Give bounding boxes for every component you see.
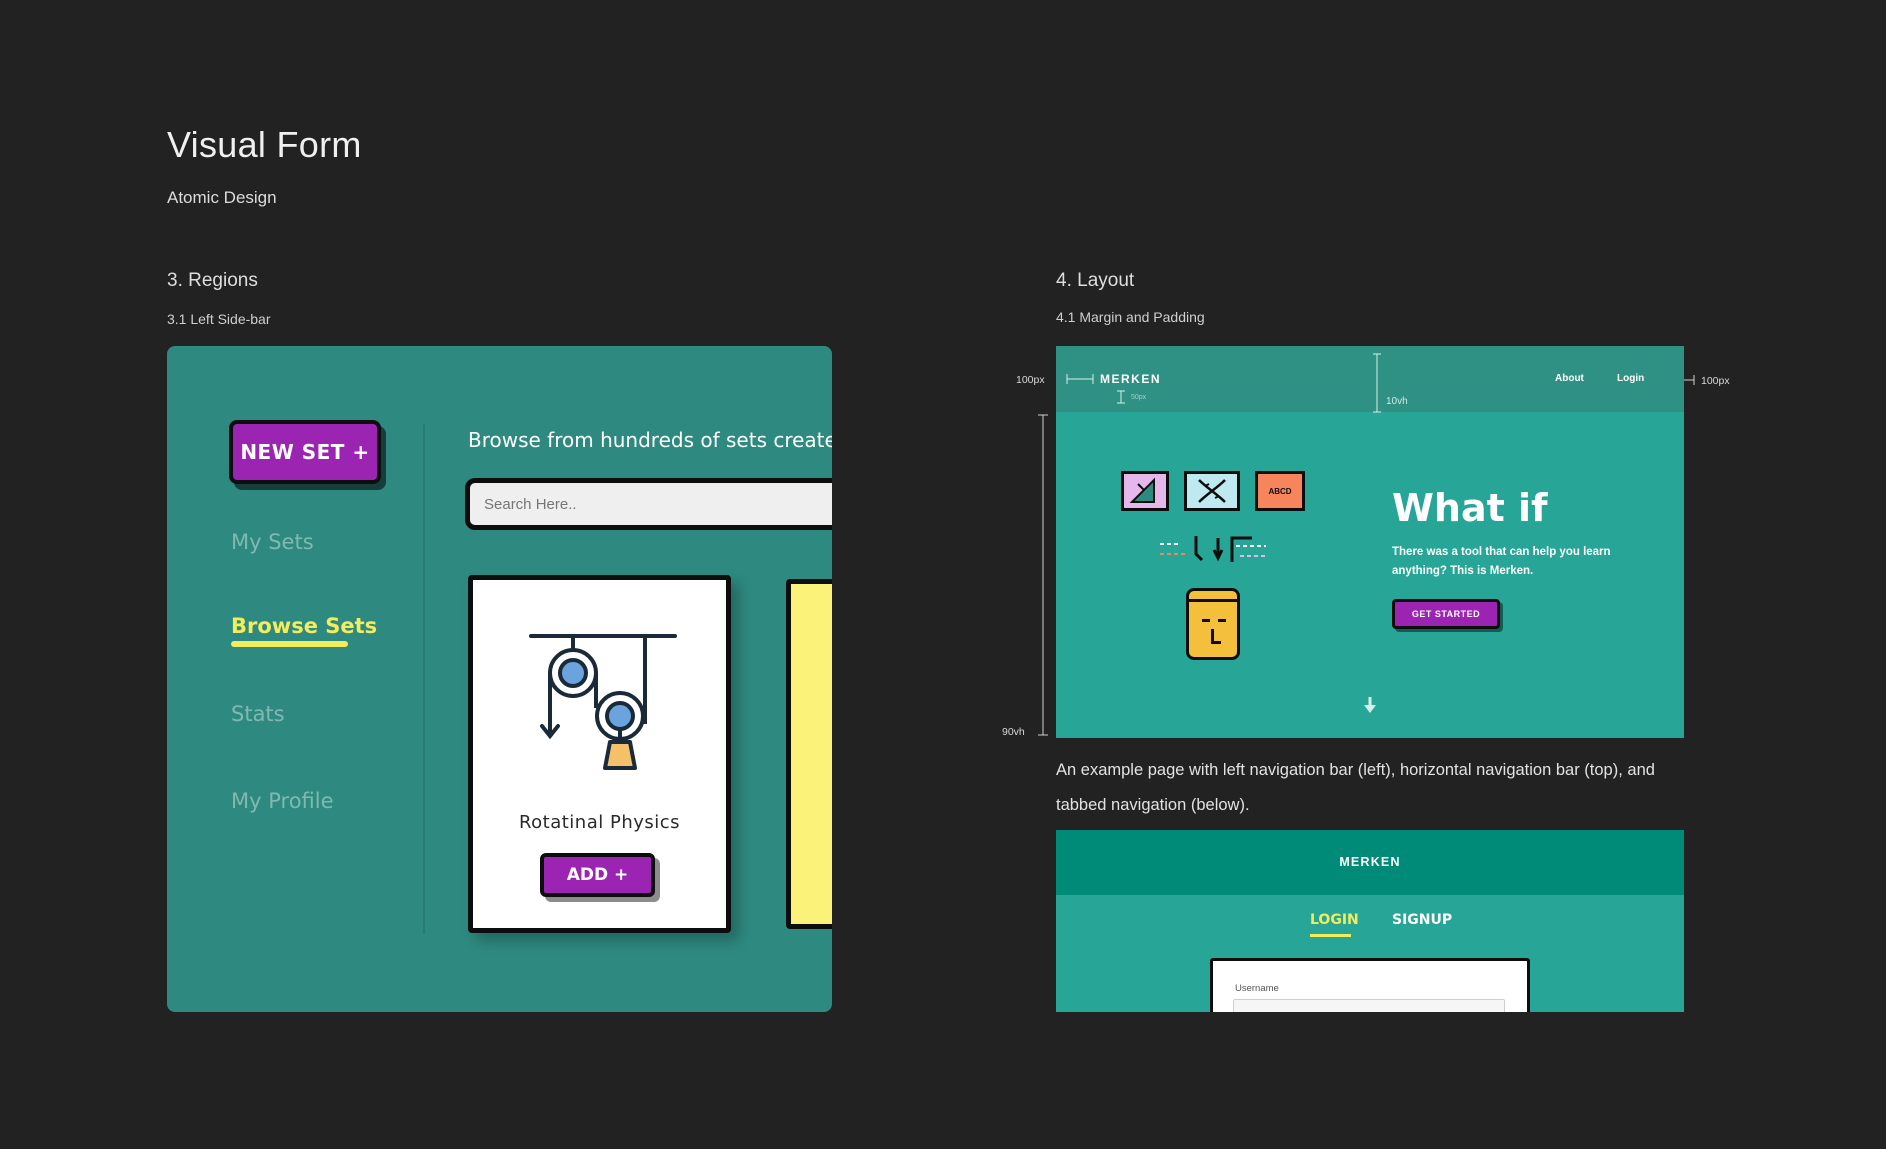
left-margin-annotation: 100px [1016, 374, 1045, 386]
page-subtitle: Atomic Design [167, 188, 277, 207]
hero-title: What if [1392, 486, 1548, 530]
layout-section-title: 4. Layout [1056, 270, 1135, 291]
search-input[interactable] [465, 478, 832, 530]
geometry-tile [1121, 471, 1169, 511]
username-input[interactable] [1233, 999, 1505, 1012]
layout-example-page: MERKEN 50px 10vh About Login ABCD What i… [1056, 346, 1684, 738]
hero-height-annotation: 90vh [1002, 726, 1025, 738]
nav-link-about[interactable]: About [1555, 373, 1584, 384]
left-sidebar-example: NEW SET + My Sets Browse Sets Stats My P… [167, 346, 832, 1012]
dna-icon [1198, 479, 1226, 503]
example-nav-bar: MERKEN 50px 10vh About Login [1056, 346, 1684, 413]
padding-measure [1117, 390, 1125, 404]
username-label: Username [1235, 983, 1279, 994]
set-card-partial[interactable] [786, 579, 832, 929]
book-face-icon [1186, 588, 1240, 660]
regions-section-subtitle: 3.1 Left Side-bar [167, 311, 271, 327]
browse-heading: Browse from hundreds of sets created by [468, 428, 832, 452]
tab-signup[interactable]: SIGNUP [1392, 912, 1452, 928]
padding-annotation: 50px [1131, 394, 1147, 401]
login-header: MERKEN [1056, 830, 1684, 895]
page-title: Visual Form [167, 124, 362, 165]
scroll-down-icon[interactable] [1362, 696, 1378, 714]
sidebar-item-browse-sets[interactable]: Browse Sets [231, 614, 377, 638]
active-indicator [231, 641, 348, 647]
layout-section-subtitle: 4.1 Margin and Padding [1056, 309, 1205, 325]
example-logo[interactable]: MERKEN [1100, 372, 1161, 386]
sidebar-item-my-profile[interactable]: My Profile [231, 789, 334, 813]
login-form: Username [1210, 958, 1530, 1012]
alphabet-tile: ABCD [1255, 471, 1305, 511]
add-button[interactable]: ADD + [540, 853, 655, 897]
nav-link-login[interactable]: Login [1617, 373, 1644, 384]
margin-measure [1066, 374, 1094, 384]
hero-height-measure [1038, 414, 1048, 736]
pulley-icon [529, 634, 677, 770]
flow-arrows-icon [1160, 536, 1268, 562]
set-card-title: Rotatinal Physics [518, 812, 681, 833]
tab-login[interactable]: LOGIN [1310, 912, 1359, 928]
sidebar-divider [423, 424, 425, 934]
right-margin-annotation: 100px [1701, 375, 1730, 387]
set-card[interactable]: Rotatinal Physics ADD + [468, 575, 731, 933]
tabbed-navigation-example: MERKEN LOGIN SIGNUP Username [1056, 830, 1684, 1012]
dna-tile [1184, 471, 1240, 511]
nav-height-measure [1373, 353, 1381, 413]
get-started-button[interactable]: GET STARTED [1392, 599, 1500, 629]
active-tab-indicator [1310, 934, 1351, 937]
login-brand: MERKEN [1339, 855, 1401, 869]
geometry-icon [1129, 477, 1155, 503]
new-set-button[interactable]: NEW SET + [229, 420, 381, 484]
regions-section-title: 3. Regions [167, 270, 258, 291]
layout-caption: An example page with left navigation bar… [1056, 761, 1655, 814]
hero-text: There was a tool that can help you learn… [1392, 546, 1611, 577]
sidebar-item-stats[interactable]: Stats [231, 702, 285, 726]
sidebar-item-my-sets[interactable]: My Sets [231, 530, 314, 554]
nav-height-annotation: 10vh [1386, 396, 1408, 407]
